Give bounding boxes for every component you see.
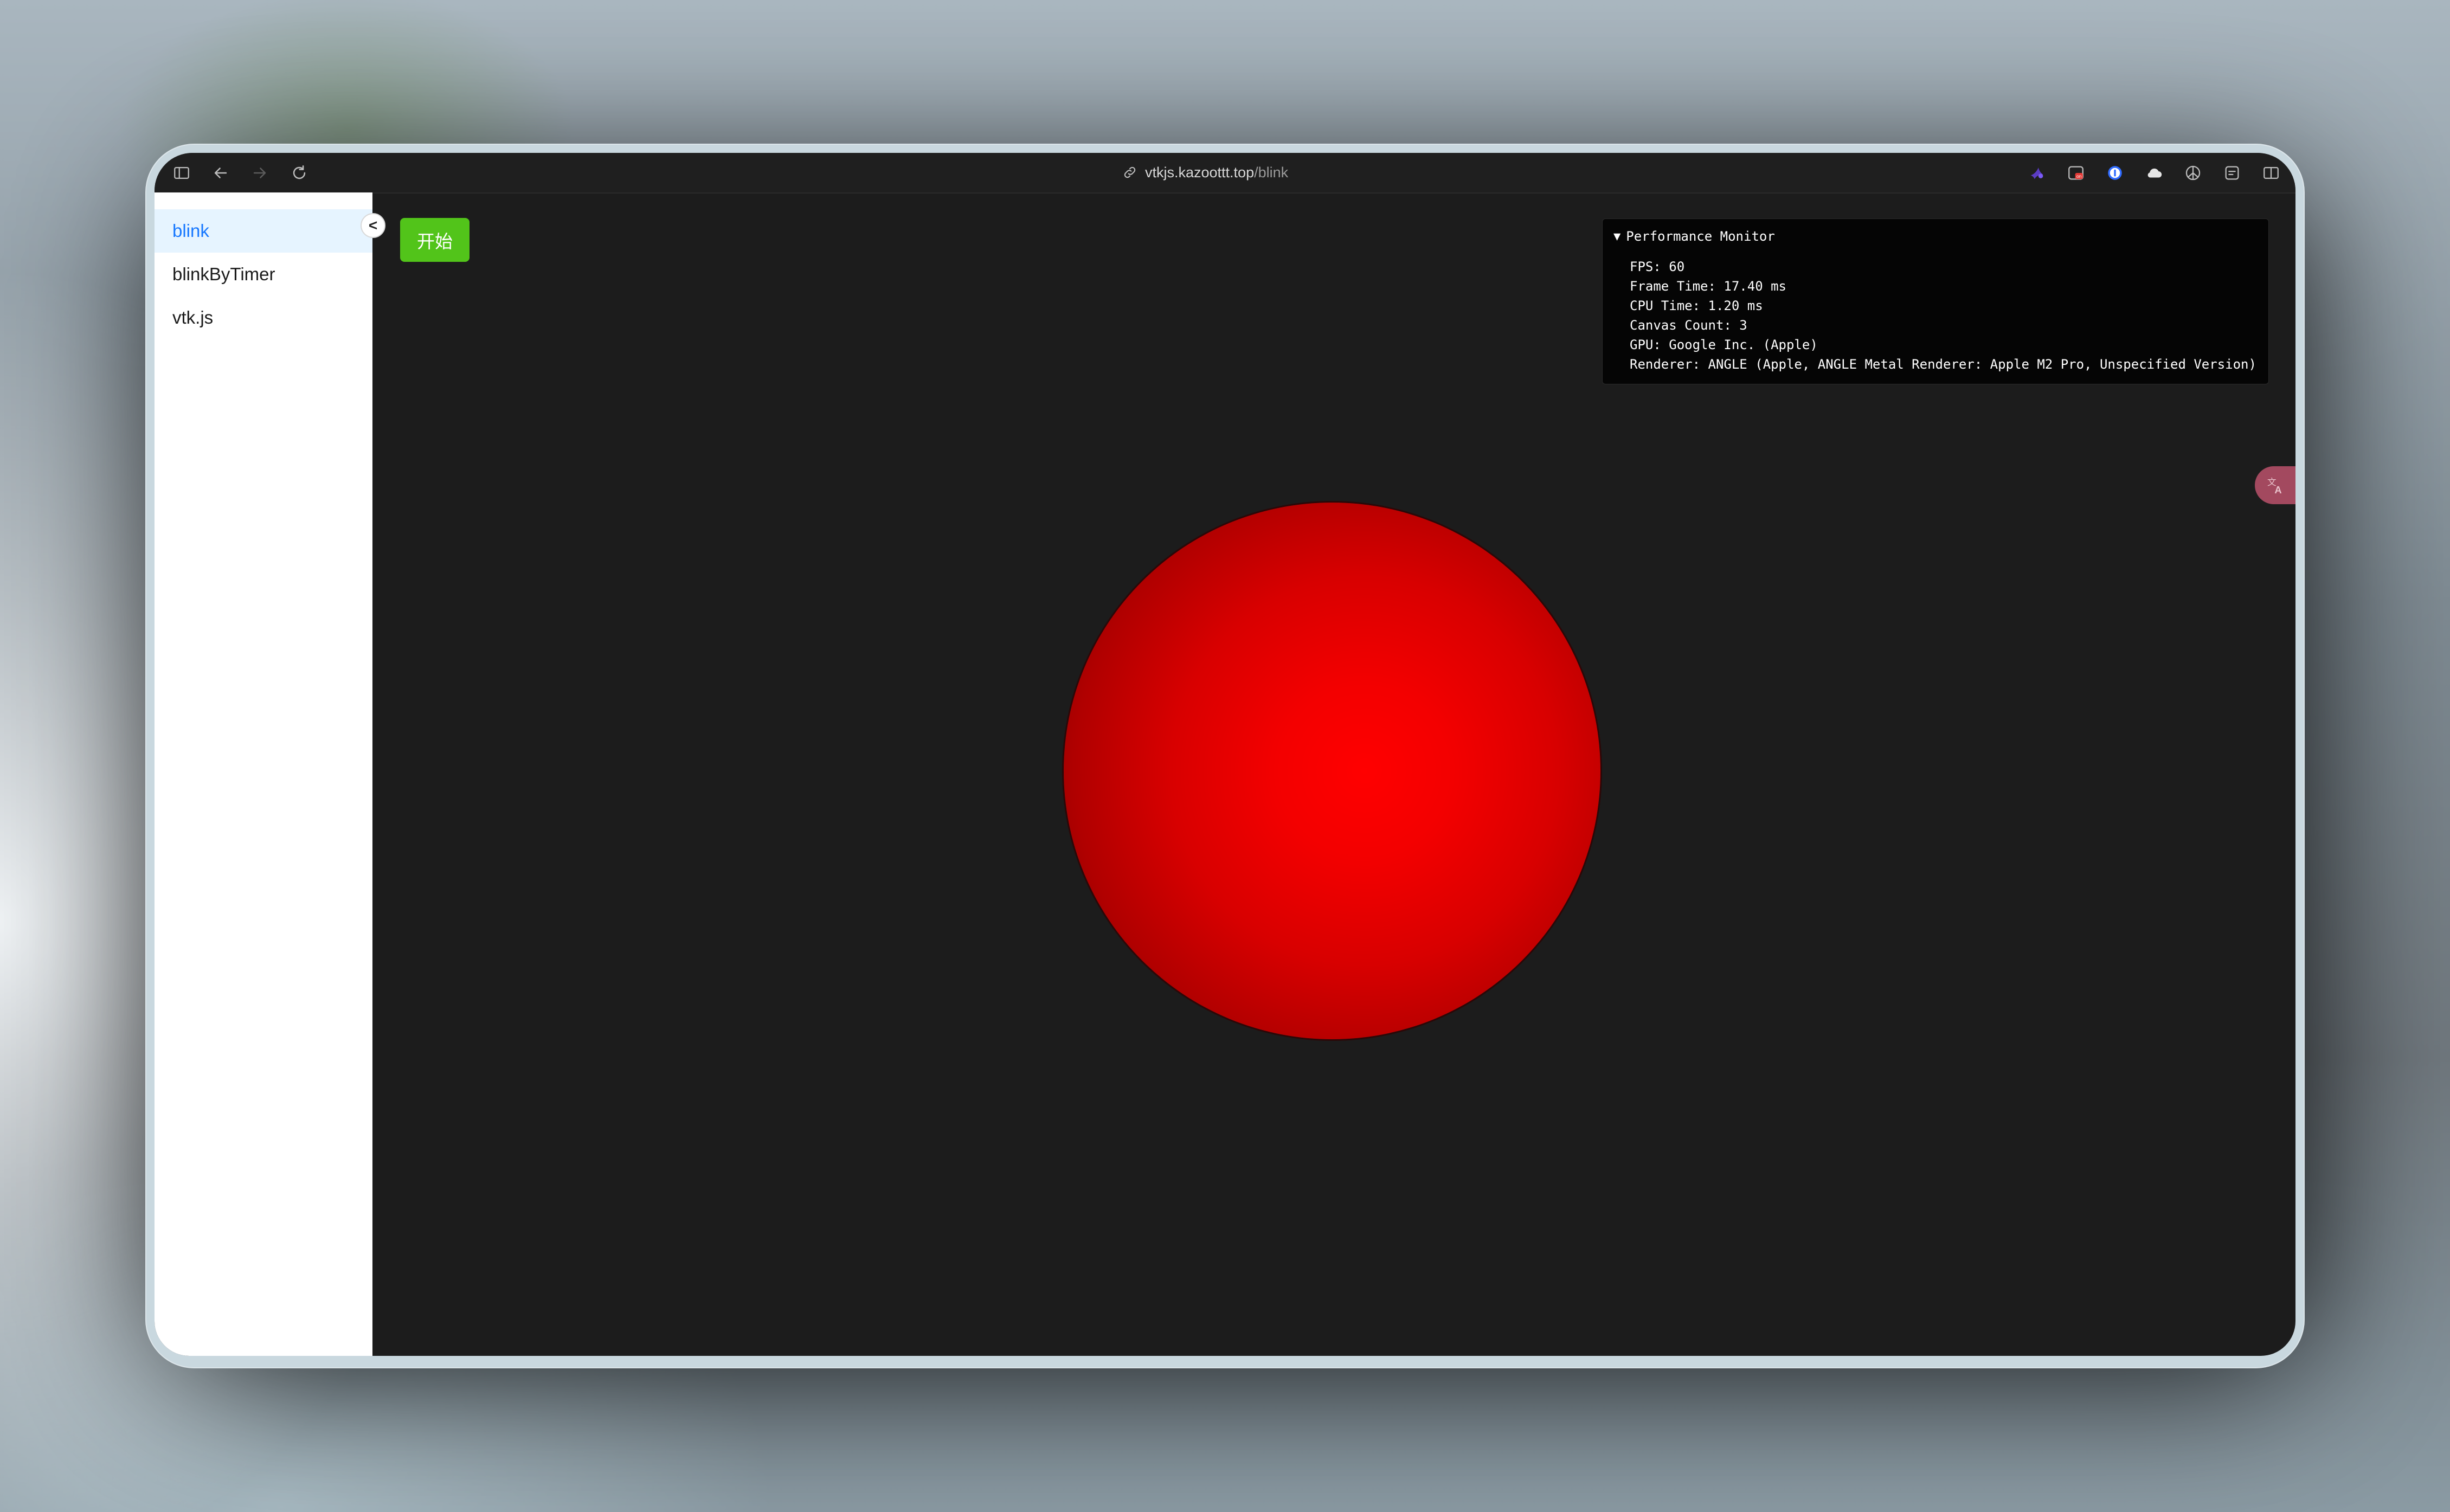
translate-tab[interactable]: 文A <box>2255 466 2295 504</box>
url-path: /blink <box>1254 164 1289 181</box>
sidebar-menu: blink blinkByTimer vtk.js <box>155 192 372 1356</box>
translate-icon: 文A <box>2267 477 2282 496</box>
password-manager-icon[interactable] <box>2104 162 2126 184</box>
perf-fps: FPS: 60 <box>1630 259 1685 274</box>
sidebar-item-label: vtk.js <box>172 307 214 327</box>
url-host: vtkjs.kazoottt.top <box>1145 164 1255 181</box>
extension-circle-icon[interactable] <box>2182 162 2204 184</box>
perf-gpu: GPU: Google Inc. (Apple) <box>1630 337 1818 352</box>
cloud-icon[interactable] <box>2143 162 2165 184</box>
performance-monitor-panel: ▼ Performance Monitor FPS: 60 Frame Time… <box>1602 218 2269 384</box>
extension-red-badge-icon[interactable]: on <box>2065 162 2087 184</box>
performance-monitor-toggle[interactable]: ▼ Performance Monitor <box>1613 229 1775 244</box>
svg-text:A: A <box>2274 484 2281 496</box>
perf-frame-time: Frame Time: 17.40 ms <box>1630 279 1786 294</box>
start-button[interactable]: 开始 <box>400 218 470 262</box>
sidebar-item-label: blinkByTimer <box>172 264 275 284</box>
address-bar[interactable]: vtkjs.kazoottt.top/blink <box>1122 160 1288 184</box>
back-arrow-icon[interactable] <box>210 162 232 184</box>
split-view-icon[interactable] <box>2260 162 2282 184</box>
browser-toolbar: vtkjs.kazoottt.top/blink on <box>155 153 2295 194</box>
svg-text:on: on <box>2076 173 2082 179</box>
browser-window: vtkjs.kazoottt.top/blink on blink blinkB… <box>155 153 2295 1356</box>
extension-purple-icon[interactable] <box>2026 162 2048 184</box>
sidebar-item-blinkbytimer[interactable]: blinkByTimer <box>155 253 372 296</box>
sidebar-toggle-icon[interactable] <box>171 162 192 184</box>
red-sphere-render <box>1064 503 1600 1039</box>
link-icon <box>1124 166 1136 178</box>
forward-arrow-icon[interactable] <box>249 162 271 184</box>
sidebar-collapse-button[interactable]: < <box>361 213 385 238</box>
reload-icon[interactable] <box>288 162 310 184</box>
perf-canvas-count: Canvas Count: 3 <box>1630 318 1747 333</box>
sidebar-item-blink[interactable]: blink <box>155 209 372 253</box>
reader-icon[interactable] <box>2221 162 2243 184</box>
disclosure-triangle-icon: ▼ <box>1613 229 1621 243</box>
performance-monitor-title: Performance Monitor <box>1626 229 1775 244</box>
sidebar-item-label: blink <box>172 221 209 241</box>
perf-renderer: Renderer: ANGLE (Apple, ANGLE Metal Rend… <box>1630 357 2256 372</box>
perf-cpu-time: CPU Time: 1.20 ms <box>1630 298 1763 313</box>
sidebar-item-vtkjs[interactable]: vtk.js <box>155 296 372 339</box>
